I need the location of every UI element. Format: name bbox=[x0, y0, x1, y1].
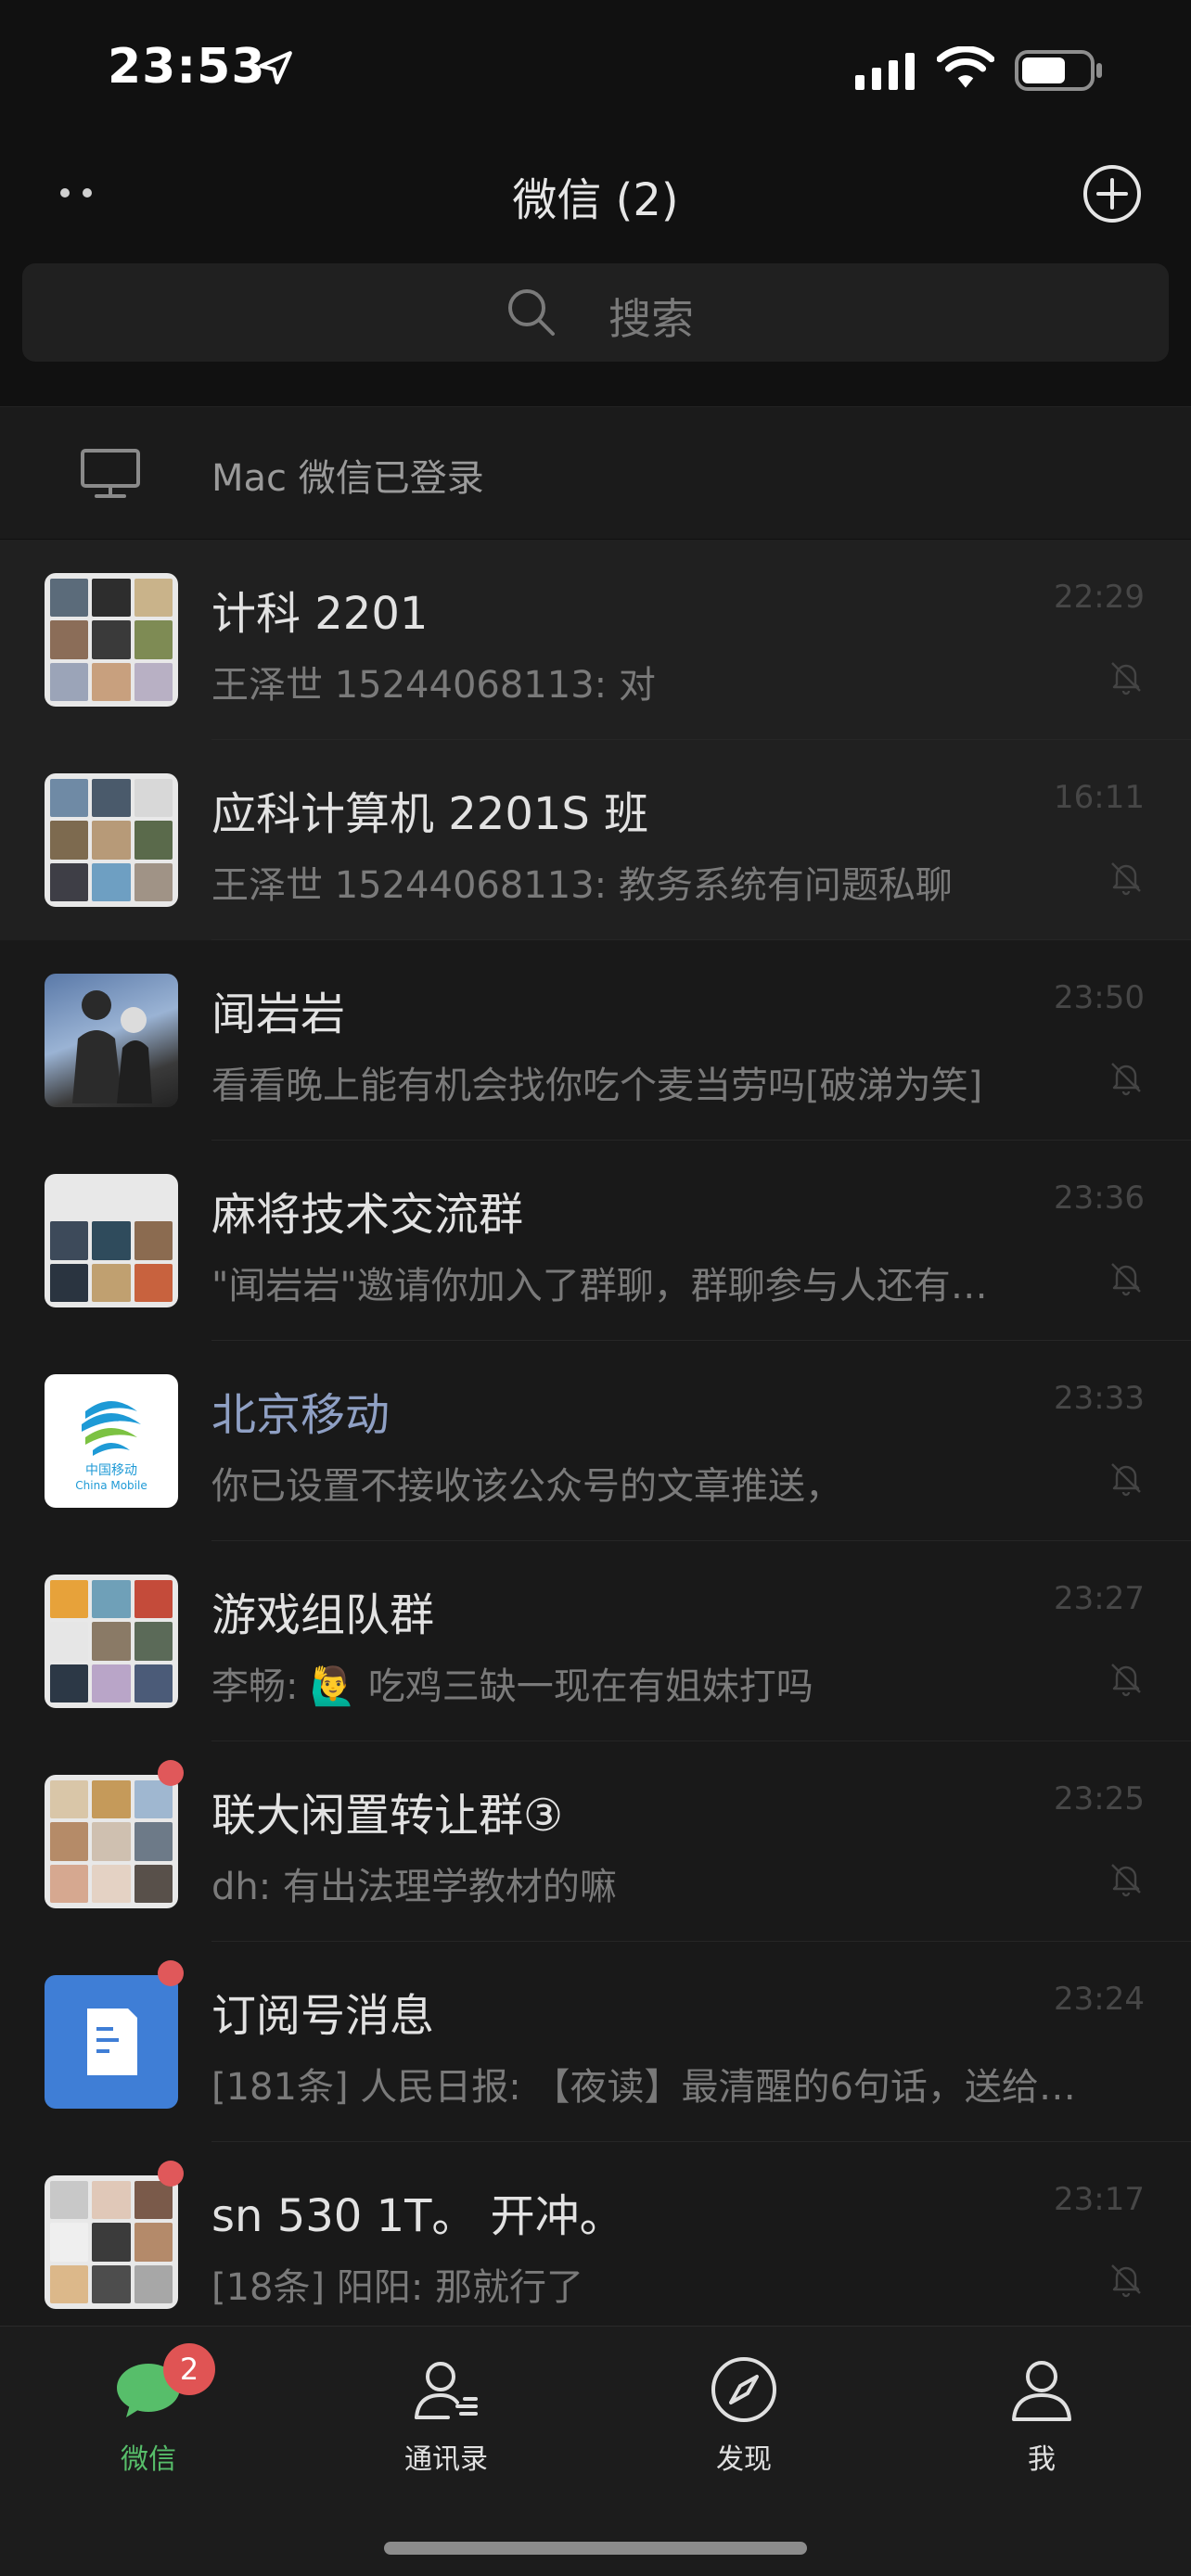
china-mobile-logo: 中国移动 China Mobile bbox=[75, 1401, 147, 1492]
chat-row[interactable]: 计科 2201 王泽世 15244068113: 对 22:29 bbox=[0, 540, 1191, 740]
tab-label: 微信 bbox=[121, 2443, 176, 2476]
chat-time: 23:24 bbox=[1054, 1981, 1145, 2018]
chat-preview: 李畅: 🙋‍♂️ 吃鸡三缺一现在有姐妹打吗 bbox=[211, 1665, 813, 1708]
chat-preview: 王泽世 15244068113: 对 bbox=[211, 664, 656, 707]
mute-bell-icon bbox=[1111, 1263, 1141, 1296]
china-mobile-logo-en: China Mobile bbox=[75, 1479, 147, 1492]
status-bar: 23:53 bbox=[0, 0, 1191, 130]
search-icon bbox=[508, 289, 555, 336]
group-avatar bbox=[45, 2175, 178, 2309]
tab-chats[interactable]: 2 微信 bbox=[56, 2343, 241, 2503]
chat-time: 23:27 bbox=[1054, 1580, 1145, 1617]
tab-me[interactable]: 我 bbox=[949, 2354, 1134, 2503]
chat-preview: [18条] 阳阳: 那就行了 bbox=[211, 2266, 584, 2309]
home-indicator[interactable] bbox=[384, 2542, 807, 2555]
chat-preview: [181条] 人民日报: 【夜读】最清醒的6句话，送给… bbox=[211, 2066, 1076, 2109]
china-mobile-logo-cn: 中国移动 bbox=[85, 1463, 137, 1478]
chat-time: 22:29 bbox=[1054, 579, 1145, 616]
page-title: 微信 (2) bbox=[512, 174, 679, 226]
monitor-icon bbox=[81, 449, 140, 498]
mute-bell-icon bbox=[1111, 2264, 1141, 2298]
mute-bell-icon bbox=[1111, 1063, 1141, 1096]
official-account-avatar: 中国移动 China Mobile bbox=[45, 1374, 178, 1508]
chat-time: 16:11 bbox=[1054, 779, 1145, 816]
unread-dot bbox=[158, 1960, 184, 1986]
chat-preview: 王泽世 15244068113: 教务系统有问题私聊 bbox=[211, 864, 953, 907]
chat-list: 计科 2201 王泽世 15244068113: 对 22:29 应科计算机 2… bbox=[0, 540, 1191, 2326]
chat-row[interactable]: 订阅号消息 [181条] 人民日报: 【夜读】最清醒的6句话，送给… 23:24 bbox=[0, 1942, 1191, 2142]
tab-label: 通讯录 bbox=[404, 2443, 488, 2476]
chat-row[interactable]: sn 530 1T。 开冲。 [18条] 阳阳: 那就行了 23:17 bbox=[0, 2142, 1191, 2326]
chat-name: 联大闲置转让群③ bbox=[211, 1790, 564, 1842]
tab-label: 发现 bbox=[716, 2443, 772, 2476]
document-icon bbox=[87, 2009, 137, 2075]
person-icon bbox=[1012, 2361, 1071, 2421]
contacts-icon bbox=[415, 2362, 478, 2419]
cellular-signal-icon bbox=[855, 53, 915, 90]
unread-dot bbox=[158, 2161, 184, 2187]
tab-label: 我 bbox=[1028, 2443, 1056, 2476]
group-avatar bbox=[45, 1775, 178, 1908]
chat-name: 麻将技术交流群 bbox=[211, 1189, 524, 1241]
mute-bell-icon bbox=[1111, 862, 1141, 896]
mac-login-banner[interactable]: Mac 微信已登录 bbox=[0, 406, 1191, 539]
chat-preview: 你已设置不接收该公众号的文章推送， bbox=[211, 1465, 842, 1508]
add-circle-icon[interactable] bbox=[1082, 163, 1143, 224]
group-avatar bbox=[45, 773, 178, 907]
chat-name: 北京移动 bbox=[211, 1389, 391, 1441]
search-placeholder: 搜索 bbox=[608, 294, 694, 344]
battery-icon bbox=[1015, 50, 1102, 91]
chat-row[interactable]: 联大闲置转让群③ dh: 有出法理学教材的嘛 23:25 bbox=[0, 1741, 1191, 1942]
group-avatar bbox=[45, 1575, 178, 1708]
compass-icon bbox=[711, 2357, 776, 2422]
chat-row[interactable]: 游戏组队群 李畅: 🙋‍♂️ 吃鸡三缺一现在有姐妹打吗 23:27 bbox=[0, 1541, 1191, 1741]
chat-time: 23:50 bbox=[1054, 979, 1145, 1016]
chat-name: 游戏组队群 bbox=[211, 1589, 435, 1641]
chat-time: 23:33 bbox=[1054, 1380, 1145, 1417]
chat-row[interactable]: 应科计算机 2201S 班 王泽世 15244068113: 教务系统有问题私聊… bbox=[0, 740, 1191, 940]
mute-bell-icon bbox=[1111, 1664, 1141, 1697]
mute-bell-icon bbox=[1111, 1864, 1141, 1897]
mute-bell-icon bbox=[1111, 662, 1141, 695]
location-arrow-icon bbox=[259, 51, 292, 84]
chat-preview: 看看晚上能有机会找你吃个麦当劳吗[破涕为笑] bbox=[211, 1065, 983, 1107]
chat-row[interactable]: 中国移动 China Mobile 北京移动 你已设置不接收该公众号的文章推送，… bbox=[0, 1341, 1191, 1541]
subscriptions-avatar bbox=[45, 1975, 178, 2109]
chat-preview: dh: 有出法理学教材的嘛 bbox=[211, 1866, 617, 1908]
mute-bell-icon bbox=[1111, 1463, 1141, 1497]
chat-name: 应科计算机 2201S 班 bbox=[211, 788, 649, 840]
group-avatar bbox=[45, 1174, 178, 1307]
tab-contacts[interactable]: 通讯录 bbox=[353, 2354, 539, 2503]
search-bar[interactable]: 搜索 bbox=[22, 263, 1169, 362]
chat-name: 闻岩岩 bbox=[211, 988, 346, 1040]
chat-time: 23:17 bbox=[1054, 2181, 1145, 2218]
tab-bar: 2 微信 通讯录 发现 我 bbox=[0, 2326, 1191, 2576]
chat-name: 订阅号消息 bbox=[211, 1990, 435, 2042]
nav-bar: 微信 (2) bbox=[0, 130, 1191, 260]
chat-name: sn 530 1T。 开冲。 bbox=[211, 2190, 624, 2242]
group-avatar bbox=[45, 573, 178, 707]
person-photo-icon bbox=[72, 990, 152, 1103]
unread-badge: 2 bbox=[163, 2343, 215, 2395]
chat-time: 23:36 bbox=[1054, 1180, 1145, 1217]
mac-login-text: Mac 微信已登录 bbox=[211, 457, 484, 500]
wifi-icon bbox=[937, 46, 994, 88]
chat-time: 23:25 bbox=[1054, 1780, 1145, 1817]
contact-avatar bbox=[45, 974, 178, 1107]
chat-row[interactable]: 闻岩岩 看看晚上能有机会找你吃个麦当劳吗[破涕为笑] 23:50 bbox=[0, 940, 1191, 1141]
status-time: 23:53 bbox=[108, 39, 266, 95]
tab-discover[interactable]: 发现 bbox=[651, 2354, 837, 2503]
unread-dot bbox=[158, 1760, 184, 1786]
chat-name: 计科 2201 bbox=[211, 588, 429, 640]
chat-row[interactable]: 麻将技术交流群 "闻岩岩"邀请你加入了群聊，群聊参与人还有… 23:36 bbox=[0, 1141, 1191, 1341]
chat-preview: "闻岩岩"邀请你加入了群聊，群聊参与人还有… bbox=[211, 1265, 988, 1307]
wechat-chats-screen: 23:53 微信 (2) 搜索 Mac 微信已登录 计科 2201 王泽世 15… bbox=[0, 0, 1191, 2576]
